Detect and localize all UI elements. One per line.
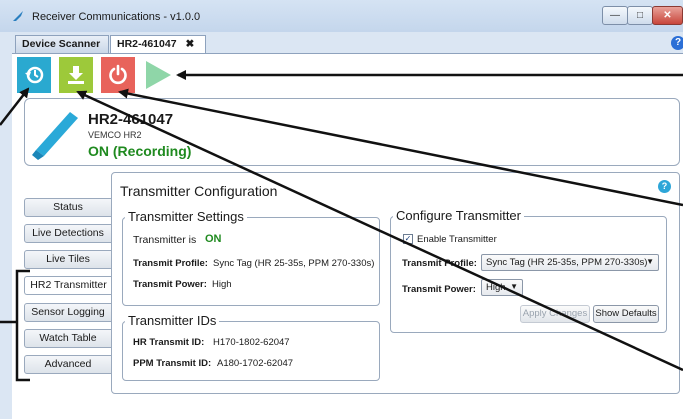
transmit-profile-select[interactable]: Sync Tag (HR 25-35s, PPM 270-330s) ▼ bbox=[481, 254, 659, 271]
tab-label: HR2-461047 bbox=[117, 38, 177, 50]
panel-title: Transmitter Configuration bbox=[120, 183, 278, 199]
close-tab-icon[interactable]: ✖ bbox=[185, 38, 194, 50]
start-button[interactable] bbox=[141, 57, 175, 93]
maximize-button[interactable]: □ bbox=[627, 6, 653, 25]
device-name: HR2-461047 bbox=[88, 111, 174, 128]
status-bar bbox=[12, 398, 683, 419]
apply-changes-button[interactable]: Apply Changes bbox=[520, 305, 590, 323]
enable-transmitter-label: Enable Transmitter bbox=[417, 234, 497, 245]
close-window-button[interactable]: ✕ bbox=[652, 6, 683, 25]
transmit-profile-selected: Sync Tag (HR 25-35s, PPM 270-330s) bbox=[486, 257, 648, 268]
receiver-device-icon bbox=[32, 112, 78, 160]
transmit-power-value: High bbox=[212, 279, 232, 290]
side-tab-label: Sensor Logging bbox=[31, 306, 105, 318]
window-title: Receiver Communications - v1.0.0 bbox=[32, 11, 201, 23]
chevron-down-icon: ▼ bbox=[510, 282, 518, 291]
play-icon bbox=[146, 61, 171, 89]
config-profile-label: Transmit Profile: bbox=[402, 258, 477, 269]
sync-time-button[interactable] bbox=[17, 57, 51, 93]
close-icon: ✕ bbox=[663, 10, 672, 21]
ppm-transmit-id-label: PPM Transmit ID: bbox=[133, 358, 212, 369]
power-icon bbox=[109, 64, 127, 85]
side-tab-label: Live Detections bbox=[32, 227, 104, 239]
hr-transmit-id-value: H170-1802-62047 bbox=[213, 337, 290, 348]
app-window: Receiver Communications - v1.0.0 — □ ✕ D… bbox=[0, 0, 683, 419]
tab-hr2-device[interactable]: HR2-461047 ✖ bbox=[110, 35, 206, 54]
group-legend: Transmitter IDs bbox=[125, 313, 220, 328]
group-legend: Configure Transmitter bbox=[393, 208, 524, 223]
download-icon bbox=[68, 66, 84, 84]
minimize-button[interactable]: — bbox=[602, 6, 628, 25]
side-tab-sensor-logging[interactable]: Sensor Logging bbox=[24, 303, 112, 322]
side-tab-watch-table[interactable]: Watch Table bbox=[24, 329, 112, 348]
sync-clock-icon bbox=[25, 66, 44, 84]
show-defaults-button[interactable]: Show Defaults bbox=[593, 305, 659, 323]
transmit-profile-label: Transmit Profile: bbox=[133, 258, 208, 269]
transmitter-state-label: Transmitter is bbox=[133, 234, 197, 246]
side-tab-hr2-transmitter[interactable]: HR2 Transmitter bbox=[24, 276, 112, 295]
device-model: VEMCO HR2 bbox=[88, 130, 142, 140]
transmit-power-label: Transmit Power: bbox=[133, 279, 207, 290]
download-button[interactable] bbox=[59, 57, 93, 93]
side-tab-live-detections[interactable]: Live Detections bbox=[24, 224, 112, 243]
chevron-down-icon: ▼ bbox=[646, 257, 654, 266]
device-status: ON (Recording) bbox=[88, 143, 192, 159]
transmitter-state-value: ON bbox=[205, 233, 222, 245]
config-power-label: Transmit Power: bbox=[402, 284, 476, 295]
group-legend: Transmitter Settings bbox=[125, 209, 247, 224]
enable-transmitter-checkbox[interactable]: ✓ bbox=[403, 234, 413, 244]
transmitter-ids-group bbox=[122, 321, 380, 381]
app-logo-icon bbox=[13, 11, 23, 21]
transmit-power-select[interactable]: High ▼ bbox=[481, 279, 523, 296]
side-tab-label: Status bbox=[53, 201, 83, 213]
side-tab-status[interactable]: Status bbox=[24, 198, 112, 217]
help-icon[interactable]: ? bbox=[671, 36, 683, 50]
side-tab-advanced[interactable]: Advanced bbox=[24, 355, 112, 374]
side-tab-label: HR2 Transmitter bbox=[30, 279, 107, 291]
side-tab-label: Live Tiles bbox=[46, 253, 90, 265]
panel-help-icon[interactable]: ? bbox=[658, 180, 671, 193]
power-button[interactable] bbox=[101, 57, 135, 93]
side-tab-label: Watch Table bbox=[39, 332, 97, 344]
ppm-transmit-id-value: A180-1702-62047 bbox=[217, 358, 294, 369]
transmit-power-selected: High bbox=[486, 282, 506, 293]
hr-transmit-id-label: HR Transmit ID: bbox=[133, 337, 205, 348]
maximize-icon: □ bbox=[636, 10, 644, 21]
tab-device-scanner[interactable]: Device Scanner bbox=[15, 35, 109, 53]
transmit-profile-value: Sync Tag (HR 25-35s, PPM 270-330s) bbox=[213, 258, 375, 269]
tab-label: Device Scanner bbox=[22, 38, 101, 50]
side-tab-label: Advanced bbox=[44, 358, 92, 370]
title-bar: Receiver Communications - v1.0.0 — □ ✕ bbox=[0, 0, 683, 32]
minimize-icon: — bbox=[610, 10, 620, 21]
side-tab-live-tiles[interactable]: Live Tiles bbox=[24, 250, 112, 269]
